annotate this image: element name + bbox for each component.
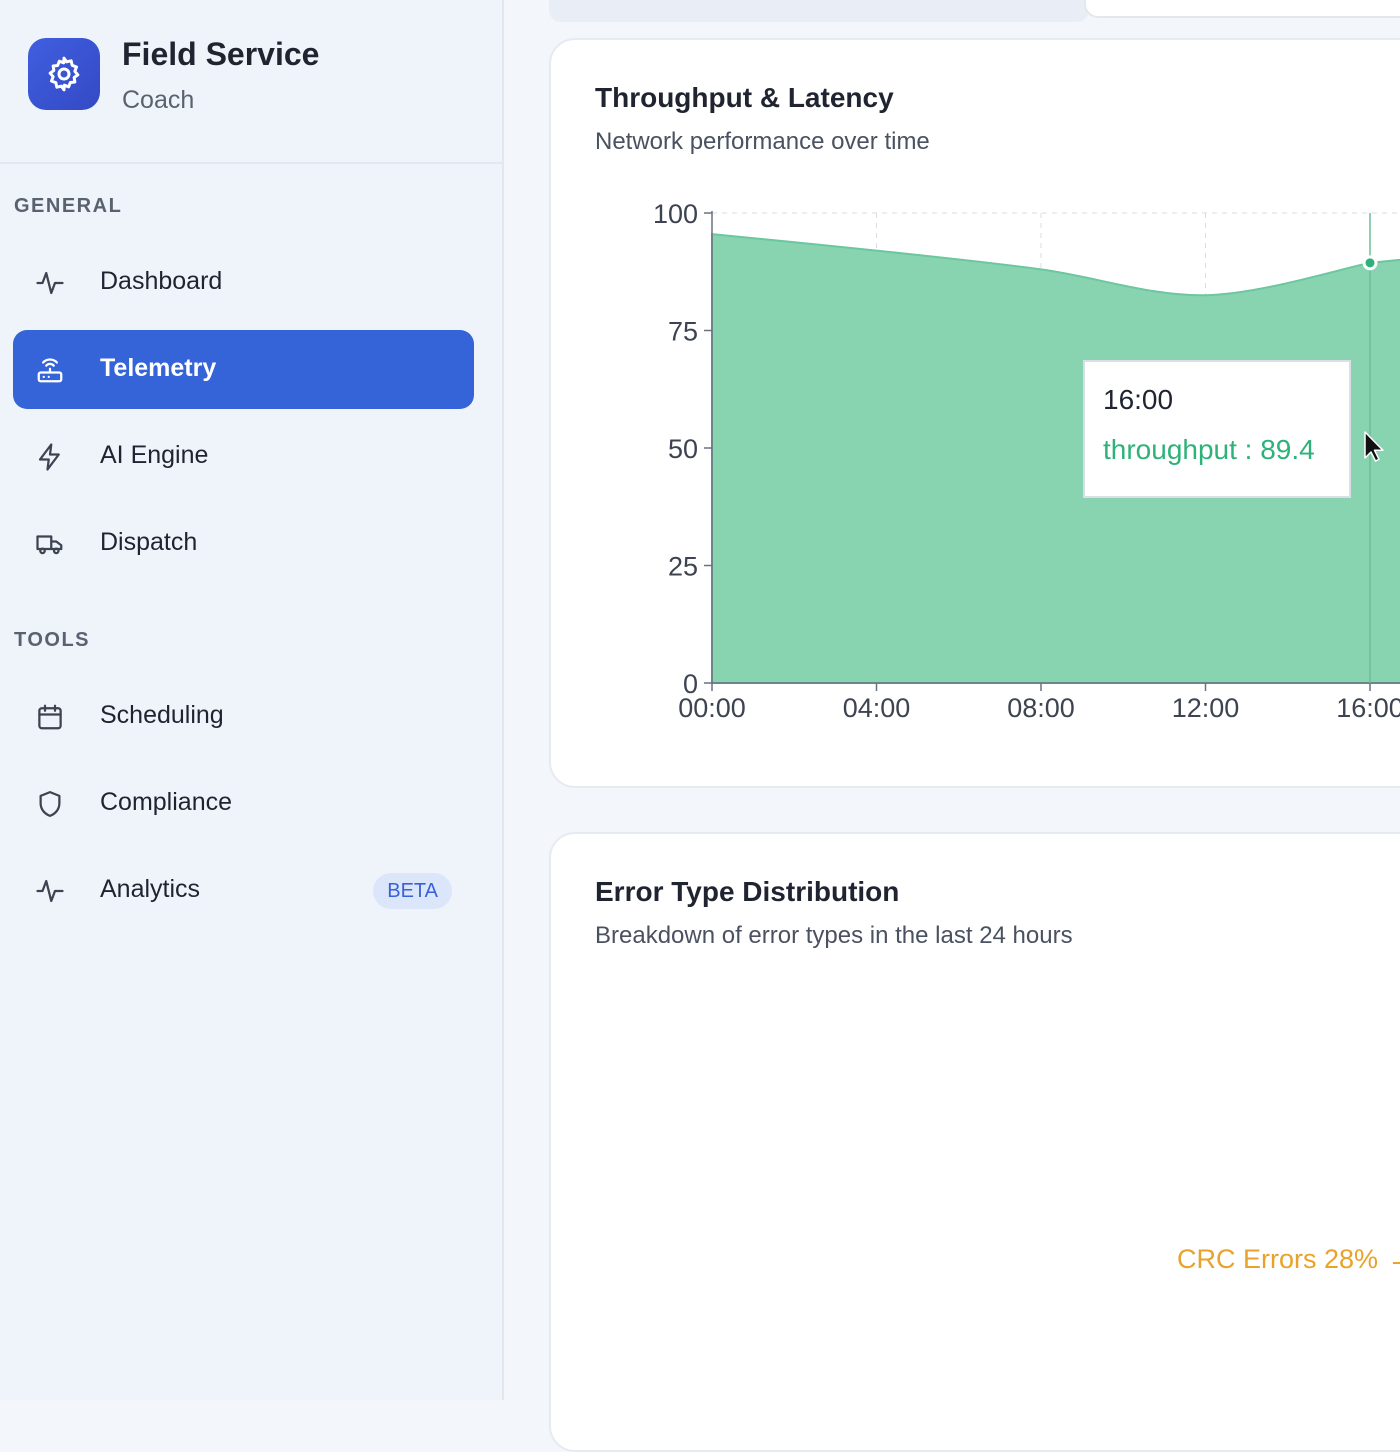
sidebar-item-label: Scheduling	[100, 701, 224, 729]
app-title: Field Service	[122, 36, 320, 72]
pie-leader-line	[1393, 1262, 1400, 1264]
y-tick-label: 25	[668, 552, 698, 582]
calendar-icon	[38, 704, 62, 730]
sidebar-item-label: Dispatch	[100, 528, 198, 556]
sidebar-item-analytics[interactable]: Analytics BETA	[13, 851, 474, 930]
chart-tooltip: 16:00 throughput : 89.4	[1083, 360, 1351, 498]
sidebar-item-telemetry[interactable]: Telemetry	[13, 330, 474, 409]
tooltip-number: 89.4	[1260, 434, 1315, 465]
throughput-card: Throughput & Latency Network performance…	[549, 38, 1400, 788]
top-tab-strip	[549, 0, 1089, 22]
sidebar: Field Service Coach GENERAL Dashboard Te…	[0, 0, 504, 1400]
hover-point	[1362, 255, 1378, 271]
sidebar-item-label: Dashboard	[100, 267, 223, 295]
gear-icon	[48, 56, 80, 92]
sidebar-item-compliance[interactable]: Compliance	[13, 764, 474, 843]
sidebar-item-dispatch[interactable]: Dispatch	[13, 504, 474, 583]
sidebar-item-label: Analytics	[100, 875, 201, 903]
brand-header: Field Service Coach	[0, 0, 502, 164]
top-control[interactable]	[1084, 0, 1400, 18]
lightning-icon	[38, 443, 60, 471]
y-tick-label: 50	[668, 434, 698, 464]
error-distribution-card: Error Type Distribution Breakdown of err…	[549, 832, 1400, 1452]
pie-slice-label-crc-errors: CRC Errors 28%	[1177, 1244, 1379, 1274]
section-label-general: GENERAL	[14, 195, 123, 217]
sidebar-item-ai-engine[interactable]: AI Engine	[13, 417, 474, 496]
sidebar-item-scheduling[interactable]: Scheduling	[13, 677, 474, 756]
card-subtitle: Breakdown of error types in the last 24 …	[595, 922, 1073, 949]
app-subtitle: Coach	[122, 86, 195, 114]
truck-icon	[36, 535, 63, 555]
sidebar-item-label: Compliance	[100, 788, 233, 816]
card-title: Error Type Distribution	[595, 876, 900, 907]
shield-icon	[39, 791, 61, 817]
x-tick-label: 00:00	[678, 693, 746, 723]
y-tick-label: 100	[653, 199, 698, 229]
x-tick-label: 08:00	[1007, 693, 1075, 723]
sidebar-item-label: Telemetry	[100, 354, 217, 382]
router-icon	[37, 358, 63, 383]
x-tick-label: 12:00	[1172, 693, 1240, 723]
app-logo[interactable]	[28, 38, 100, 110]
x-tick-label: 16:00	[1336, 693, 1400, 723]
x-tick-label: 04:00	[843, 693, 911, 723]
beta-badge: BETA	[373, 873, 452, 909]
tooltip-label: 16:00	[1103, 384, 1174, 415]
tooltip-value: throughput : 89.4	[1103, 434, 1315, 465]
tooltip-series: throughput	[1103, 434, 1237, 465]
sidebar-item-label: AI Engine	[100, 441, 209, 469]
sidebar-item-dashboard[interactable]: Dashboard	[13, 243, 474, 322]
activity-icon	[36, 271, 64, 295]
activity-icon	[36, 879, 64, 903]
section-label-tools: TOOLS	[14, 629, 91, 651]
y-tick-label: 75	[668, 317, 698, 347]
mouse-cursor-icon	[1364, 431, 1384, 462]
